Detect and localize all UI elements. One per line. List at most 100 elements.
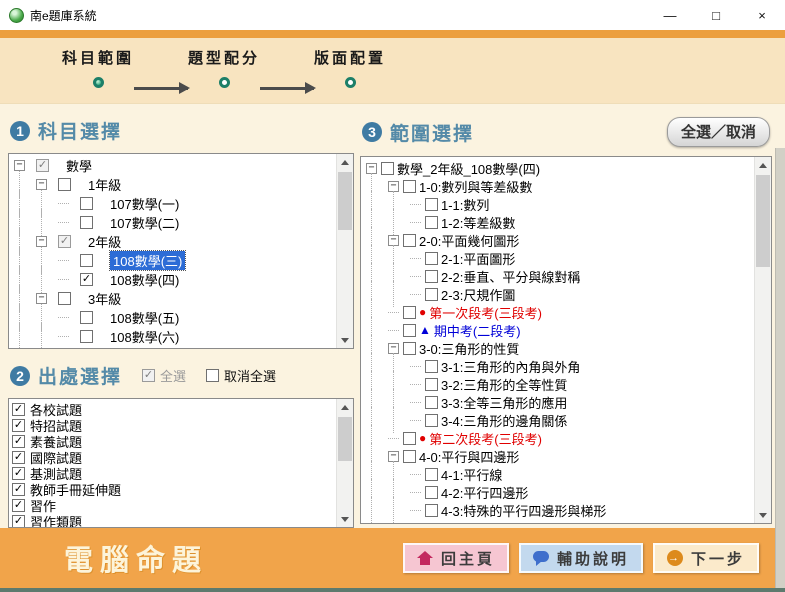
scroll-up-button[interactable] (337, 154, 353, 170)
tree-row[interactable]: 108數學(六) (14, 323, 334, 348)
tree-row[interactable]: − 1年級 (14, 171, 334, 198)
scroll-down-button[interactable] (755, 507, 771, 523)
wizard-step[interactable]: 科目範圍 (62, 47, 134, 103)
tree-checkbox[interactable] (425, 395, 438, 409)
maximize-button[interactable]: □ (693, 0, 739, 30)
tree-row[interactable]: 3-1:三角形的內角與外角 (366, 353, 752, 379)
tree-node-label[interactable]: 期中考(二段考) (434, 321, 521, 340)
tree-node-label[interactable]: 3-2:三角形的全等性質 (441, 375, 567, 394)
tree-node-label[interactable]: 3-1:三角形的內角與外角 (441, 357, 580, 376)
tree-checkbox[interactable]: ✓ (80, 273, 93, 286)
wizard-step[interactable]: 版面配置 (314, 47, 386, 103)
tree-node-label[interactable]: 3年級 (88, 289, 121, 308)
tree-node-label[interactable]: 2-1:平面圖形 (441, 249, 515, 268)
tree-row[interactable]: − ✓ 2年級 (14, 228, 334, 255)
tree-node-label[interactable]: 2-2:垂直、平分與線對稱 (441, 267, 580, 286)
tree-row[interactable]: 2-3:尺規作圖 (366, 281, 752, 307)
tree-node-label[interactable]: 108數學(五) (110, 308, 179, 327)
tree-row[interactable]: 4-2:平行四邊形 (366, 479, 752, 505)
tree-checkbox[interactable] (403, 233, 416, 247)
tree-checkbox[interactable] (80, 311, 93, 324)
tree-node-label[interactable]: 第一次段考(三段考) (429, 303, 542, 322)
tree-checkbox[interactable] (425, 413, 438, 427)
tree-row[interactable]: − ✓ 數學 (14, 156, 334, 175)
tree-checkbox[interactable] (80, 216, 93, 229)
tree-checkbox[interactable] (425, 215, 438, 229)
tree-checkbox[interactable] (425, 359, 438, 373)
vertical-scrollbar[interactable] (336, 154, 353, 348)
tree-checkbox[interactable] (381, 161, 394, 175)
item-checkbox[interactable]: ✓ (12, 514, 25, 527)
collapse-icon[interactable]: − (388, 342, 399, 354)
tree-row[interactable]: 108數學(三) (14, 247, 334, 274)
tree-checkbox[interactable] (403, 431, 416, 445)
scrollbar-thumb[interactable] (756, 175, 770, 267)
scroll-up-button[interactable] (755, 157, 771, 173)
wizard-step[interactable]: 題型配分 (188, 47, 260, 103)
tree-row[interactable]: ▲ 期中考(二段考) (366, 317, 752, 343)
help-button[interactable]: 輔助說明 (518, 543, 643, 573)
tree-node-label[interactable]: 數學 (66, 156, 92, 175)
list-item[interactable]: ✓ 教師手冊延伸題 (12, 481, 334, 498)
tree-row[interactable]: ● 第二次段考(三段考) (366, 425, 752, 451)
tree-node-label[interactable]: 3-3:全等三角形的應用 (441, 393, 567, 412)
tree-checkbox[interactable] (403, 323, 416, 337)
tree-row[interactable]: − 1-0:數列與等差級數 (366, 173, 752, 199)
minimize-button[interactable]: — (647, 0, 693, 30)
deselect-all-checkbox[interactable]: 取消全選 (206, 366, 276, 385)
tree-row[interactable]: 2-2:垂直、平分與線對稱 (366, 263, 752, 289)
tree-node-label[interactable]: 第二次段考(三段考) (429, 429, 542, 448)
tree-node-label[interactable]: 108數學(六) (110, 327, 179, 346)
tree-row[interactable]: +歷屆試題 (14, 346, 334, 348)
tree-row[interactable]: ✓ 108數學(四) (14, 266, 334, 293)
vertical-scrollbar[interactable] (754, 157, 771, 523)
item-checkbox[interactable]: ✓ (12, 498, 25, 512)
tree-checkbox[interactable] (425, 269, 438, 283)
tree-node-label[interactable]: 108數學(四) (110, 270, 179, 289)
tree-node-label[interactable]: 1年級 (88, 175, 121, 194)
next-button[interactable]: 下一步 (652, 543, 759, 573)
select-all-toggle-button[interactable]: 全選／取消 (666, 117, 770, 147)
tree-row[interactable]: 3-2:三角形的全等性質 (366, 371, 752, 397)
tree-row[interactable]: − 數學_2年級_108數學(四) (366, 159, 752, 177)
tree-row[interactable]: 3-3:全等三角形的應用 (366, 389, 752, 415)
tree-checkbox[interactable] (80, 254, 93, 267)
scrollbar-thumb[interactable] (338, 172, 352, 230)
home-button[interactable]: 回主頁 (402, 543, 509, 573)
tree-checkbox[interactable]: ✓ (36, 159, 49, 172)
tree-checkbox[interactable] (58, 292, 71, 305)
collapse-icon[interactable]: − (36, 293, 47, 304)
tree-row[interactable]: 1-1:數列 (366, 191, 752, 217)
scroll-up-button[interactable] (337, 399, 353, 415)
tree-checkbox[interactable] (403, 305, 416, 319)
tree-row[interactable]: 3-4:三角形的邊角關係 (366, 407, 752, 433)
item-checkbox[interactable]: ✓ (12, 418, 25, 432)
collapse-icon[interactable]: − (388, 180, 399, 192)
tree-node-label[interactable]: 4-2:平行四邊形 (441, 483, 528, 502)
tree-row[interactable]: ● 第一次段考(三段考) (366, 299, 752, 325)
list-item[interactable]: ✓ 習作類題 (12, 513, 334, 527)
tree-checkbox[interactable] (425, 467, 438, 481)
tree-checkbox[interactable] (425, 377, 438, 391)
tree-checkbox[interactable] (425, 251, 438, 265)
tree-row[interactable]: 4-3:特殊的平行四邊形與梯形 (366, 497, 752, 523)
checkbox-unchecked[interactable] (206, 369, 220, 382)
collapse-icon[interactable]: − (36, 236, 47, 247)
item-checkbox[interactable]: ✓ (12, 482, 25, 496)
tree-row[interactable]: − 2-0:平面幾何圖形 (366, 227, 752, 253)
tree-node-label[interactable]: 107數學(一) (110, 194, 179, 213)
tree-checkbox[interactable] (58, 178, 71, 191)
tree-node-label[interactable]: 4-3:特殊的平行四邊形與梯形 (441, 501, 606, 520)
tree-node-label[interactable]: 3-0:三角形的性質 (419, 339, 519, 358)
tree-node-label[interactable]: 數學_2年級_108數學(四) (397, 159, 540, 178)
tree-row[interactable]: − 3-0:三角形的性質 (366, 335, 752, 361)
tree-node-label[interactable]: 1-0:數列與等差級數 (419, 177, 532, 196)
tree-checkbox[interactable] (425, 485, 438, 499)
tree-node-label[interactable]: 4-1:平行線 (441, 465, 502, 484)
tree-row[interactable]: 107數學(二) (14, 209, 334, 236)
tree-node-label[interactable]: 1-1:數列 (441, 195, 489, 214)
checkbox-checked-disabled[interactable]: ✓ (142, 369, 156, 382)
tree-checkbox[interactable]: ✓ (58, 235, 71, 248)
collapse-icon[interactable]: − (388, 234, 399, 246)
item-checkbox[interactable]: ✓ (12, 434, 25, 448)
